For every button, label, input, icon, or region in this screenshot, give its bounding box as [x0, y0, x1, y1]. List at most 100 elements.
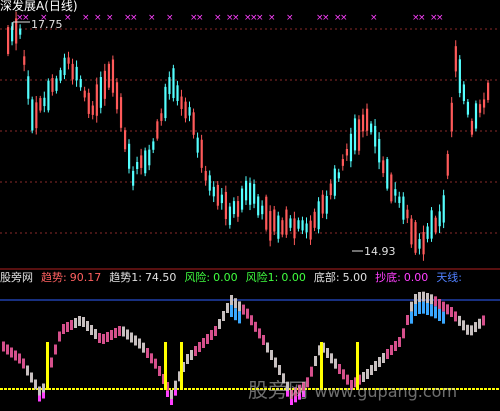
oscillator-bar — [414, 294, 417, 304]
price-candle — [325, 195, 328, 214]
oscillator-top-bar — [442, 311, 445, 324]
price-candle — [39, 98, 42, 111]
oscillator-bar — [474, 322, 477, 333]
watermark: 股旁网 www.gupang.com — [248, 374, 457, 403]
price-candle — [454, 46, 457, 72]
price-candle — [277, 215, 280, 239]
buy-signal-bar — [180, 342, 183, 390]
oscillator-bar — [14, 350, 17, 361]
oscillator-bar — [198, 342, 201, 352]
oscillator-top-bar — [410, 311, 413, 324]
price-candle — [478, 104, 482, 113]
price-candle — [87, 92, 90, 114]
price-candle — [144, 150, 147, 174]
oscillator-bar — [258, 328, 261, 339]
price-candle — [374, 125, 377, 147]
price-candle — [67, 57, 70, 64]
price-candle — [430, 210, 433, 239]
oscillator-top-bar — [238, 311, 241, 324]
buy-signal-bar — [46, 342, 49, 390]
price-candle — [470, 120, 474, 135]
oscillator-bar — [150, 353, 153, 364]
oscillator-bar — [402, 328, 405, 339]
price-candle — [414, 222, 417, 253]
oscillator-top-bar — [430, 304, 433, 317]
price-candle — [442, 195, 445, 223]
price-candle — [293, 218, 296, 239]
price-candle — [220, 194, 223, 204]
price-candle — [184, 101, 187, 119]
oscillator-bar — [334, 358, 337, 369]
price-candle — [47, 80, 50, 111]
oscillator-bar — [338, 364, 341, 374]
price-candle — [365, 108, 369, 131]
price-candle — [337, 172, 340, 179]
chart-title: 深发展A(日线) — [0, 0, 78, 13]
signal-marker: × — [166, 13, 174, 23]
price-candle — [361, 114, 365, 132]
oscillator-top-bar — [426, 303, 429, 315]
price-candle — [79, 78, 82, 88]
oscillator-bar — [374, 361, 377, 371]
oscillator-bar — [398, 337, 401, 347]
risk1-label: 风险1: — [245, 271, 279, 284]
oscillator-bar — [154, 358, 157, 369]
trend1-value: 74.50 — [144, 271, 177, 284]
price-candle — [458, 59, 461, 94]
price-candle — [168, 77, 171, 95]
oscillator-bar — [274, 357, 277, 368]
price-candle — [99, 77, 102, 108]
oscillator-bar — [450, 307, 453, 317]
price-candle — [487, 82, 490, 100]
oscillator-bar — [34, 379, 37, 390]
price-candle — [390, 174, 393, 202]
price-candle — [180, 96, 183, 109]
oscillator-top-bar — [418, 302, 421, 314]
price-candle — [345, 148, 349, 156]
oscillator-bar — [54, 344, 57, 355]
price-candle — [301, 220, 304, 231]
price-candle — [55, 78, 58, 91]
oscillator-bar — [470, 325, 473, 336]
price-candle — [309, 220, 312, 240]
oscillator-bar — [438, 299, 441, 309]
bottom-label: 底部: — [313, 271, 340, 284]
price-candle — [370, 123, 373, 133]
chart-canvas[interactable]: ×× × × × × × ×× × × ×× × ×× ××× × × ×× ×× × ×× ×× — [0, 0, 500, 411]
price-candle — [386, 159, 389, 189]
signal-marker: × — [148, 13, 156, 23]
oscillator-bar — [146, 348, 149, 358]
indicator-bar: 股旁网 趋势: 90.17 趋势1: 74.50 风险: 0.00 风险1: 0… — [0, 271, 462, 285]
oscillator-bar — [170, 390, 173, 400]
price-candle — [482, 99, 486, 108]
signal-marker: × — [340, 13, 348, 23]
signal-marker: × — [94, 13, 102, 23]
price-candle — [216, 184, 219, 206]
price-candle — [378, 138, 381, 163]
oscillator-bar — [186, 354, 189, 364]
price-candle — [192, 112, 195, 135]
price-candle — [394, 189, 397, 196]
signal-marker: × — [106, 13, 114, 23]
oscillator-bar — [66, 322, 69, 332]
price-candle — [128, 143, 131, 169]
price-candle — [232, 201, 236, 215]
price-candle — [43, 97, 46, 107]
price-candle — [236, 201, 240, 217]
watermark-cn: 股旁网 — [248, 378, 308, 402]
oscillator-bar — [142, 342, 145, 353]
oscillator-bar — [390, 345, 393, 355]
price-candle — [349, 133, 353, 162]
oscillator-bar — [114, 328, 117, 338]
price-candle — [426, 226, 429, 239]
oscillator-bar — [446, 304, 449, 315]
price-candle — [136, 162, 139, 169]
price-candle — [273, 209, 276, 232]
oscillator-bar — [418, 292, 421, 302]
watermark-url: www.gupang.com — [314, 382, 458, 401]
risk-label: 风险: — [184, 271, 211, 284]
oscillator-bar — [466, 324, 469, 335]
oscillator-bar — [122, 326, 125, 337]
price-candle — [31, 99, 34, 131]
oscillator-top-bar — [414, 304, 417, 316]
